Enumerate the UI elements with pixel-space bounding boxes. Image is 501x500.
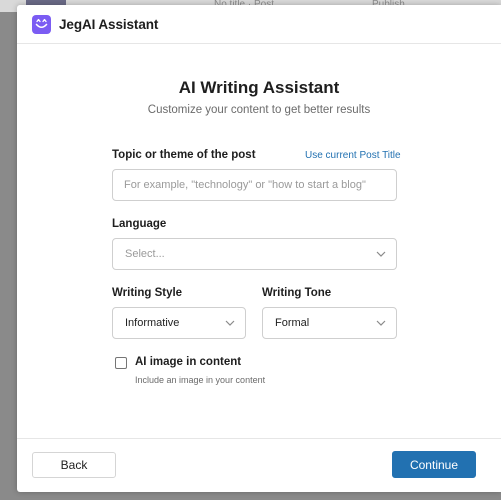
ai-image-checkbox[interactable] <box>115 357 127 369</box>
writing-style-label: Writing Style <box>112 287 183 299</box>
topic-label: Topic or theme of the post <box>112 149 256 161</box>
writing-tone-value: Formal <box>275 317 310 329</box>
continue-button[interactable]: Continue <box>392 451 476 478</box>
modal-footer: Back Continue <box>17 438 501 493</box>
writing-tone-label: Writing Tone <box>262 287 332 299</box>
ai-image-label: AI image in content <box>135 356 242 368</box>
chevron-down-icon <box>376 251 386 257</box>
language-label: Language <box>112 218 167 230</box>
topic-input[interactable] <box>112 169 397 201</box>
language-select[interactable]: Select... <box>112 238 397 270</box>
robot-face-icon <box>32 15 51 34</box>
ai-image-help-text: Include an image in your content <box>135 375 266 385</box>
modal-header-title: JegAI Assistant <box>59 17 159 32</box>
chevron-down-icon <box>376 320 386 326</box>
use-current-post-title-link[interactable]: Use current Post Title <box>305 150 401 161</box>
writing-tone-select[interactable]: Formal <box>262 307 397 339</box>
page-title: AI Writing Assistant <box>178 78 340 97</box>
page-subtitle: Customize your content to get better res… <box>147 104 371 116</box>
language-select-placeholder: Select... <box>125 248 165 260</box>
chevron-down-icon <box>225 320 235 326</box>
writing-style-value: Informative <box>125 317 180 329</box>
modal-header: JegAI Assistant <box>17 5 501 44</box>
back-button[interactable]: Back <box>32 452 116 478</box>
writing-style-select[interactable]: Informative <box>112 307 246 339</box>
ai-assistant-modal: JegAI Assistant AI Writing Assistant Cus… <box>17 5 501 492</box>
